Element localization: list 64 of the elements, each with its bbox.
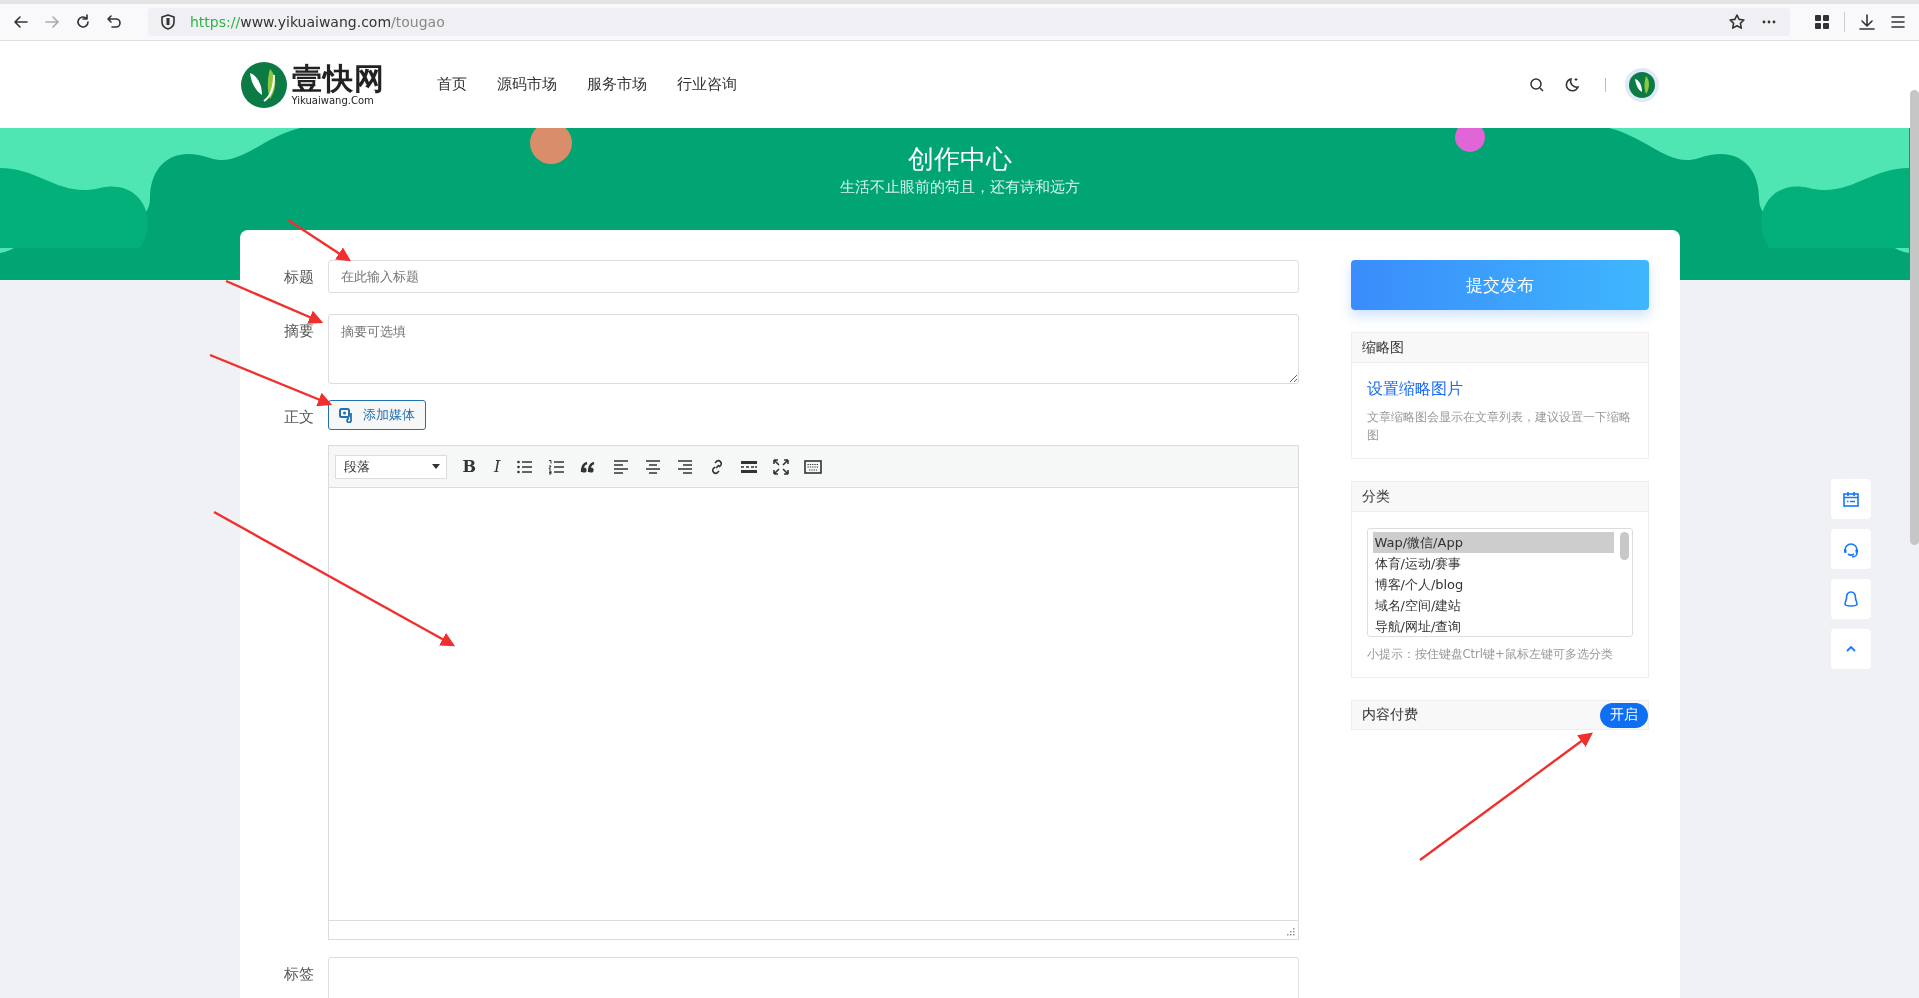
reload-icon[interactable] (74, 13, 92, 31)
page-scrollbar-thumb[interactable] (1910, 90, 1919, 545)
decorative-ball (530, 128, 572, 164)
field-label: 标签 (282, 964, 314, 984)
nav-link[interactable]: 服务市场 (586, 75, 647, 94)
align-left-icon[interactable] (612, 457, 631, 476)
panel-title: 分类 (1351, 482, 1648, 512)
nav-link[interactable]: 源码市场 (496, 75, 557, 94)
category-option[interactable]: 域名/空间/建站 (1372, 595, 1614, 616)
keyboard-icon[interactable] (804, 457, 823, 476)
hint-text: 文章缩略图会显示在文章列表，建议设置一下缩略图 (1366, 409, 1632, 444)
back-icon[interactable] (12, 13, 30, 31)
category-option[interactable]: Wap/微信/App (1372, 532, 1614, 553)
star-icon[interactable] (1728, 13, 1746, 31)
logo-text: 壹快网 (291, 63, 385, 95)
penguin-icon (1842, 590, 1860, 608)
annotation-arrow (287, 219, 351, 262)
bold-button[interactable]: B (460, 457, 479, 476)
enable-button[interactable]: 开启 (1599, 702, 1648, 728)
panel-title: 缩略图 (1351, 333, 1648, 363)
download-icon[interactable] (1858, 13, 1876, 31)
calendar-icon (1842, 490, 1860, 508)
numbered-list-icon[interactable] (548, 457, 567, 476)
decorative-ball (1455, 128, 1485, 152)
add-media-button[interactable]: 添加媒体 (327, 400, 426, 430)
resize-handle-icon (1286, 928, 1295, 936)
hint-text: 小提示：按住键盘Ctrl键+鼠标左键可多选分类 (1366, 646, 1614, 663)
side-float-button[interactable] (1831, 479, 1871, 519)
logo-subtext: Yikuaiwang.Com (291, 95, 375, 106)
side-float-button[interactable] (1831, 529, 1871, 569)
field-label: 正文 (282, 406, 314, 427)
undo-icon[interactable] (105, 13, 123, 31)
url-text: https://www.yikuaiwang.com/tougao (190, 14, 445, 30)
format-select[interactable]: 段落 (334, 454, 447, 479)
field-label: 摘要 (282, 321, 314, 341)
rich-text-editor[interactable]: 段落 B I (327, 445, 1299, 940)
search-icon[interactable] (1528, 76, 1545, 93)
logo-icon (239, 60, 288, 109)
field-label: 标题 (282, 267, 314, 287)
headset-icon (1842, 540, 1860, 558)
category-option[interactable]: 博客/个人/blog (1372, 574, 1614, 595)
align-right-icon[interactable] (676, 457, 695, 476)
grid-icon[interactable] (1813, 13, 1831, 31)
panel-title: 内容付费 (1361, 706, 1418, 724)
align-center-icon[interactable] (644, 457, 663, 476)
shield-icon (160, 13, 176, 31)
summary-input[interactable]: 摘要可选填 (327, 314, 1299, 384)
address-bar[interactable]: https://www.yikuaiwang.com/tougao (148, 8, 1790, 36)
media-icon (338, 407, 355, 423)
menu-icon[interactable] (1889, 13, 1907, 31)
category-option[interactable]: 导航/网址/查询 (1372, 616, 1614, 637)
nav-link[interactable]: 首页 (436, 75, 467, 94)
category-option[interactable]: 体育/运动/赛事 (1372, 553, 1614, 574)
fullscreen-icon[interactable] (772, 457, 791, 476)
italic-button[interactable]: I (492, 457, 503, 476)
set-thumbnail-link[interactable]: 设置缩略图片 (1366, 379, 1633, 400)
side-float-button[interactable] (1831, 579, 1871, 619)
title-input[interactable]: 在此输入标题 (327, 260, 1299, 293)
banner-title: 创作中心 (907, 143, 1012, 174)
banner-subtitle: 生活不止眼前的苟且，还有诗和远方 (839, 178, 1080, 197)
nav-link[interactable]: 行业咨询 (676, 75, 737, 94)
avatar-icon[interactable] (1623, 66, 1660, 103)
scrollbar-thumb[interactable] (1619, 532, 1629, 560)
dropdown-icon (431, 464, 440, 469)
